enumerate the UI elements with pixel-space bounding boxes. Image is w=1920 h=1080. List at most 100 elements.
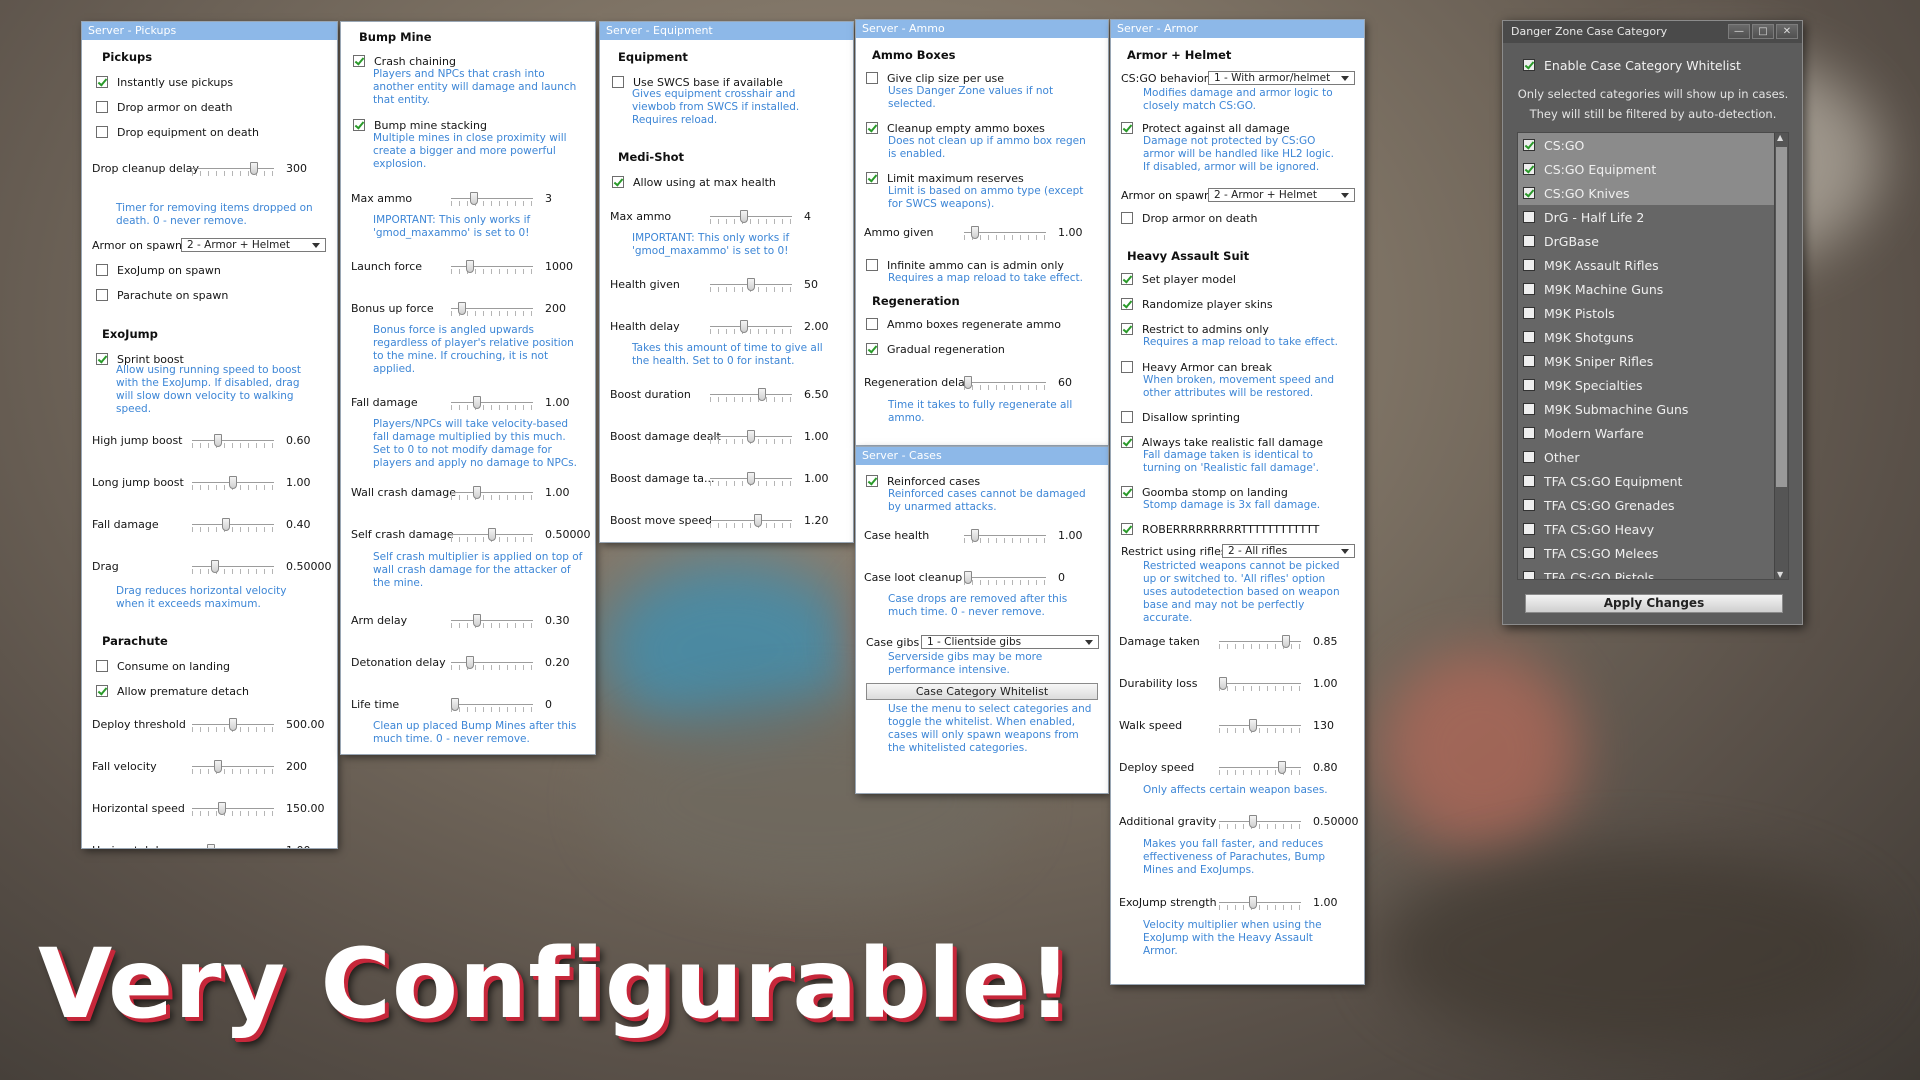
checkbox-box[interactable]: [866, 172, 878, 184]
slider-handle[interactable]: [488, 528, 496, 541]
slider-track[interactable]: [192, 566, 274, 567]
slider-handle[interactable]: [740, 320, 748, 333]
checkbox-box[interactable]: [96, 660, 108, 672]
checkbox-roberrrt[interactable]: ROBERRRRRRRRRTTTTTTTTTTTT: [1121, 521, 1319, 537]
checkbox-reinforced-cases[interactable]: Reinforced cases: [866, 473, 980, 489]
slider-drop-cleanup[interactable]: Drop cleanup delay 300: [92, 160, 332, 178]
slider-health-given[interactable]: Health given 50: [610, 276, 850, 294]
checkbox-goomba-stomp[interactable]: Goomba stomp on landing: [1121, 484, 1288, 500]
category-item[interactable]: TFA CS:GO Heavy: [1518, 517, 1788, 541]
checkbox-box[interactable]: [96, 76, 108, 88]
maximize-icon[interactable]: □: [1752, 24, 1774, 39]
slider-walk-speed[interactable]: Walk speed 130: [1119, 717, 1359, 735]
checkbox-box[interactable]: [1121, 298, 1133, 310]
slider-horizontal-drag[interactable]: Horizontal drag 1.00: [92, 842, 332, 848]
slider-handle[interactable]: [747, 472, 755, 485]
checkbox-protect-damage[interactable]: Protect against all damage: [1121, 120, 1290, 136]
slider-detonation-delay[interactable]: Detonation delay 0.20: [351, 654, 591, 672]
checkbox-limit-reserves[interactable]: Limit maximum reserves: [866, 170, 1024, 186]
slider-track[interactable]: [451, 492, 533, 493]
slider-handle[interactable]: [1278, 761, 1286, 774]
category-item[interactable]: M9K Pistols: [1518, 301, 1788, 325]
checkbox-box[interactable]: [1121, 323, 1133, 335]
slider-handle[interactable]: [458, 302, 466, 315]
checkbox-clip-size[interactable]: Give clip size per use: [866, 70, 1004, 86]
slider-handle[interactable]: [473, 486, 481, 499]
scroll-down-icon[interactable]: ▼: [1777, 570, 1783, 579]
checkbox-gradual-regen[interactable]: Gradual regeneration: [866, 341, 1005, 357]
armor-spawn-select[interactable]: 2 - Armor + Helmet: [1208, 188, 1355, 202]
category-item[interactable]: CS:GO: [1518, 133, 1788, 157]
slider-handle[interactable]: [250, 162, 258, 175]
slider-handle[interactable]: [211, 560, 219, 573]
slider-additional-gravity[interactable]: Additional gravity 0.500000: [1119, 813, 1359, 831]
slider-track[interactable]: [964, 577, 1046, 578]
slider-handle[interactable]: [740, 210, 748, 223]
slider-handle[interactable]: [451, 698, 459, 711]
checkbox-box[interactable]: [353, 119, 365, 131]
checkbox-random-skins[interactable]: Randomize player skins: [1121, 296, 1273, 312]
slider-handle[interactable]: [466, 656, 474, 669]
checkbox-player-model[interactable]: Set player model: [1121, 271, 1236, 287]
slider-boost-damage[interactable]: Boost damage dealt 1.00: [610, 428, 850, 446]
checkbox-parachute-spawn[interactable]: Parachute on spawn: [96, 287, 228, 303]
slider-track[interactable]: [1219, 725, 1301, 726]
scrollbar-thumb[interactable]: [1776, 147, 1787, 487]
slider-track[interactable]: [451, 266, 533, 267]
slider-track[interactable]: [964, 382, 1046, 383]
slider-track[interactable]: [451, 620, 533, 621]
checkbox-box[interactable]: [866, 475, 878, 487]
checkbox-box[interactable]: [1121, 486, 1133, 498]
category-item[interactable]: TFA CS:GO Melees: [1518, 541, 1788, 565]
slider-launch-force[interactable]: Launch force 1000: [351, 258, 591, 276]
slider-track[interactable]: [1219, 902, 1301, 903]
slider-handle[interactable]: [747, 430, 755, 443]
slider-handle[interactable]: [964, 376, 972, 389]
slider-loot-cleanup[interactable]: Case loot cleanup 0: [864, 569, 1104, 587]
checkbox-realistic-fall[interactable]: Always take realistic fall damage: [1121, 434, 1323, 450]
slider-handle[interactable]: [229, 476, 237, 489]
checkbox-box[interactable]: [96, 353, 108, 365]
slider-handle[interactable]: [214, 760, 222, 773]
checkbox-box[interactable]: [1523, 187, 1535, 199]
category-item[interactable]: M9K Submachine Guns: [1518, 397, 1788, 421]
category-item[interactable]: M9K Specialties: [1518, 373, 1788, 397]
slider-drag[interactable]: Drag 0.500000: [92, 558, 332, 576]
slider-max-ammo[interactable]: Max ammo 3: [351, 190, 591, 208]
checkbox-box[interactable]: [1523, 403, 1535, 415]
armor-spawn-select[interactable]: 2 - Armor + Helmet: [181, 238, 326, 252]
checkbox-exojump-spawn[interactable]: ExoJump on spawn: [96, 262, 221, 278]
slider-handle[interactable]: [229, 718, 237, 731]
slider-handle[interactable]: [218, 802, 226, 815]
checkbox-infinite-ammo[interactable]: Infinite ammo can is admin only: [866, 257, 1064, 273]
slider-ammo-given[interactable]: Ammo given 1.00: [864, 224, 1104, 242]
slider-deploy-speed[interactable]: Deploy speed 0.80: [1119, 759, 1359, 777]
restrict-rifles-select[interactable]: 2 - All rifles: [1222, 544, 1355, 558]
slider-handle[interactable]: [964, 571, 972, 584]
checkbox-admins-only[interactable]: Restrict to admins only: [1121, 321, 1269, 337]
checkbox-box[interactable]: [1523, 379, 1535, 391]
slider-handle[interactable]: [1282, 635, 1290, 648]
minimize-icon[interactable]: —: [1728, 24, 1750, 39]
checkbox-box[interactable]: [96, 685, 108, 697]
checkbox-box[interactable]: [1523, 355, 1535, 367]
category-item[interactable]: TFA CS:GO Pistols: [1518, 565, 1788, 579]
checkbox-box[interactable]: [353, 55, 365, 67]
slider-handle[interactable]: [1219, 677, 1227, 690]
slider-handle[interactable]: [1249, 896, 1257, 909]
slider-wall-crash[interactable]: Wall crash damage 1.00: [351, 484, 591, 502]
checkbox-box[interactable]: [96, 289, 108, 301]
slider-track[interactable]: [1219, 683, 1301, 684]
checkbox-armor-break[interactable]: Heavy Armor can break: [1121, 359, 1272, 375]
checkbox-box[interactable]: [1121, 436, 1133, 448]
checkbox-box[interactable]: [1523, 235, 1535, 247]
checkbox-box[interactable]: [866, 318, 878, 330]
checkbox-box[interactable]: [1523, 331, 1535, 343]
slider-damage-taken[interactable]: Damage taken 0.85: [1119, 633, 1359, 651]
slider-exojump-strength[interactable]: ExoJump strength 1.00: [1119, 894, 1359, 912]
slider-track[interactable]: [451, 704, 533, 705]
checkbox-box[interactable]: [866, 343, 878, 355]
checkbox-box[interactable]: [96, 126, 108, 138]
checkbox-box[interactable]: [1121, 411, 1133, 423]
slider-fall-damage[interactable]: Fall damage 0.40: [92, 516, 332, 534]
